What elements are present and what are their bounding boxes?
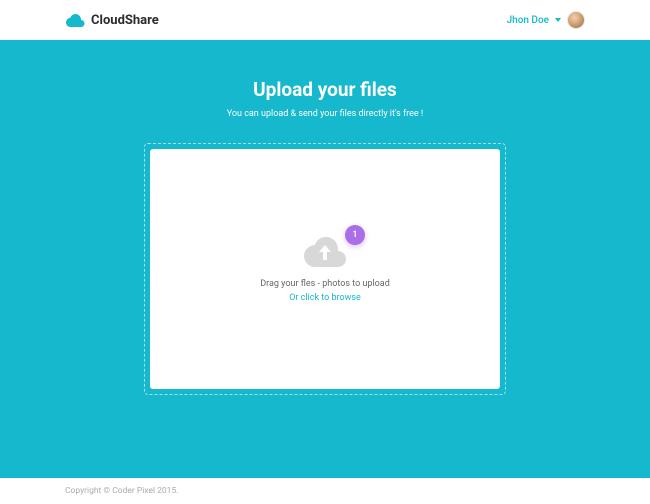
brand-name: CloudShare xyxy=(91,13,159,28)
avatar xyxy=(567,11,585,29)
brand-logo[interactable]: CloudShare xyxy=(65,13,159,28)
page-subtitle: You can upload & send your files directl… xyxy=(0,109,650,119)
hero-section: Upload your files You can upload & send … xyxy=(0,40,650,478)
user-menu[interactable]: Jhon Doe xyxy=(507,11,585,29)
chevron-down-icon xyxy=(555,18,561,22)
browse-link[interactable]: Or click to browse xyxy=(289,293,361,303)
page-title: Upload your files xyxy=(0,78,650,101)
upload-count-badge: 1 xyxy=(345,225,365,245)
upload-dropzone[interactable]: 1 Drag your fles - photos to upload Or c… xyxy=(150,149,500,389)
cloud-upload-icon xyxy=(303,235,347,267)
upload-inner: 1 Drag your fles - photos to upload Or c… xyxy=(160,159,490,379)
header: CloudShare Jhon Doe xyxy=(0,0,650,40)
user-name-label: Jhon Doe xyxy=(507,15,549,26)
footer: Copyright © Coder Pixel 2015. xyxy=(0,478,650,504)
upload-icon-wrap: 1 xyxy=(303,235,347,267)
copyright-text: Copyright © Coder Pixel 2015. xyxy=(65,486,178,496)
cloud-icon xyxy=(65,13,85,27)
drag-instruction: Drag your fles - photos to upload xyxy=(260,279,390,289)
